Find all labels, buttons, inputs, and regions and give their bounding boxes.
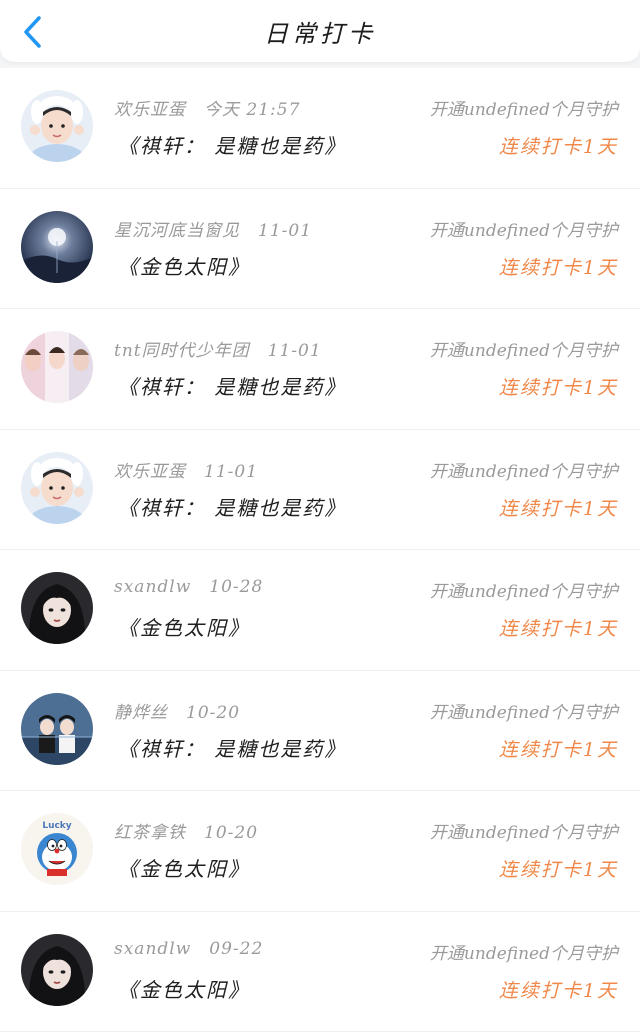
checkin-time: 11-01 <box>204 462 258 482</box>
avatar-image <box>21 90 93 162</box>
avatar-image <box>21 934 93 1006</box>
user-name-text: 星沉河底当窗见 <box>114 221 240 241</box>
guard-status: 开通undefined个月守护 <box>430 95 618 120</box>
guard-status: 开通undefined个月守护 <box>430 698 618 723</box>
avatar[interactable] <box>21 452 93 524</box>
user-name-text: 欢乐亚蛋 <box>114 100 186 120</box>
song-title: 《金色太阳》 <box>118 974 250 1003</box>
streak-badge: 连续打卡1天 <box>499 253 618 280</box>
guard-status: 开通undefined个月守护 <box>430 939 618 964</box>
avatar-image <box>21 211 93 283</box>
list-item[interactable]: sxandlw 09-22 开通undefined个月守护 《金色太阳》 连续打卡… <box>0 912 640 1032</box>
checkin-time: 10-20 <box>204 823 258 843</box>
avatar[interactable] <box>21 211 93 283</box>
streak-badge: 连续打卡1天 <box>499 614 618 641</box>
guard-status: 开通undefined个月守护 <box>430 216 618 241</box>
guard-status: 开通undefined个月守护 <box>430 457 618 482</box>
avatar-image <box>21 331 93 403</box>
user-name: sxandlw 10-28 <box>114 577 263 597</box>
user-name-text: 静烨丝 <box>114 703 168 723</box>
user-name: 欢乐亚蛋 11-01 <box>114 457 258 482</box>
checkin-time: 10-28 <box>209 577 263 597</box>
avatar[interactable] <box>21 572 93 644</box>
user-name-text: 红茶拿铁 <box>114 823 186 843</box>
avatar-image <box>21 452 93 524</box>
list-item[interactable]: Lucky 红茶拿铁 10-20 开通undefined个月守护 《金色太阳》 连… <box>0 791 640 912</box>
user-name-text: tnt同时代少年团 <box>114 341 250 361</box>
user-name-text: sxandlw <box>114 939 191 959</box>
checkin-time: 11-01 <box>258 221 312 241</box>
streak-badge: 连续打卡1天 <box>499 373 618 400</box>
user-name: 静烨丝 10-20 <box>114 698 240 723</box>
list-item[interactable]: 静烨丝 10-20 开通undefined个月守护 《祺轩： 是糖也是药》 连续打… <box>0 671 640 792</box>
avatar[interactable]: Lucky <box>21 813 93 885</box>
user-name: tnt同时代少年团 11-01 <box>114 336 322 361</box>
user-name: 星沉河底当窗见 11-01 <box>114 216 312 241</box>
avatar[interactable] <box>21 934 93 1006</box>
checkin-time: 11-01 <box>268 341 322 361</box>
song-title: 《祺轩： 是糖也是药》 <box>118 130 346 159</box>
avatar-image <box>21 693 93 765</box>
guard-status: 开通undefined个月守护 <box>430 818 618 843</box>
streak-badge: 连续打卡1天 <box>499 132 618 159</box>
list-item[interactable]: tnt同时代少年团 11-01 开通undefined个月守护 《祺轩： 是糖也是… <box>0 309 640 430</box>
guard-status: 开通undefined个月守护 <box>430 577 618 602</box>
user-name-text: 欢乐亚蛋 <box>114 462 186 482</box>
avatar[interactable] <box>21 693 93 765</box>
list-item[interactable]: 欢乐亚蛋今天 21:57 开通undefined个月守护 《祺轩： 是糖也是药》… <box>0 68 640 189</box>
song-title: 《祺轩： 是糖也是药》 <box>118 492 346 521</box>
guard-status: 开通undefined个月守护 <box>430 336 618 361</box>
song-title: 《金色太阳》 <box>118 853 250 882</box>
user-name: 红茶拿铁 10-20 <box>114 818 258 843</box>
user-name: sxandlw 09-22 <box>114 939 263 959</box>
header-bar: 日常打卡 <box>0 0 640 62</box>
avatar-image <box>21 572 93 644</box>
checkin-time: 09-22 <box>209 939 263 959</box>
svg-text:Lucky: Lucky <box>42 821 71 831</box>
song-title: 《金色太阳》 <box>118 251 250 280</box>
avatar[interactable] <box>21 90 93 162</box>
list-item[interactable]: 星沉河底当窗见 11-01 开通undefined个月守护 《金色太阳》 连续打卡… <box>0 189 640 310</box>
checkin-time: 今天 21:57 <box>204 100 300 120</box>
checkin-list: 欢乐亚蛋今天 21:57 开通undefined个月守护 《祺轩： 是糖也是药》… <box>0 68 640 1032</box>
page-title: 日常打卡 <box>0 14 640 49</box>
streak-badge: 连续打卡1天 <box>499 735 618 762</box>
streak-badge: 连续打卡1天 <box>499 976 618 1003</box>
avatar[interactable] <box>21 331 93 403</box>
user-name-text: sxandlw <box>114 577 191 597</box>
list-item[interactable]: 欢乐亚蛋 11-01 开通undefined个月守护 《祺轩： 是糖也是药》 连续… <box>0 430 640 551</box>
list-item[interactable]: sxandlw 10-28 开通undefined个月守护 《金色太阳》 连续打卡… <box>0 550 640 671</box>
song-title: 《祺轩： 是糖也是药》 <box>118 371 346 400</box>
user-name: 欢乐亚蛋今天 21:57 <box>114 95 300 120</box>
checkin-time: 10-20 <box>186 703 240 723</box>
streak-badge: 连续打卡1天 <box>499 855 618 882</box>
song-title: 《金色太阳》 <box>118 612 250 641</box>
avatar-image: Lucky <box>21 813 93 885</box>
streak-badge: 连续打卡1天 <box>499 494 618 521</box>
song-title: 《祺轩： 是糖也是药》 <box>118 733 346 762</box>
